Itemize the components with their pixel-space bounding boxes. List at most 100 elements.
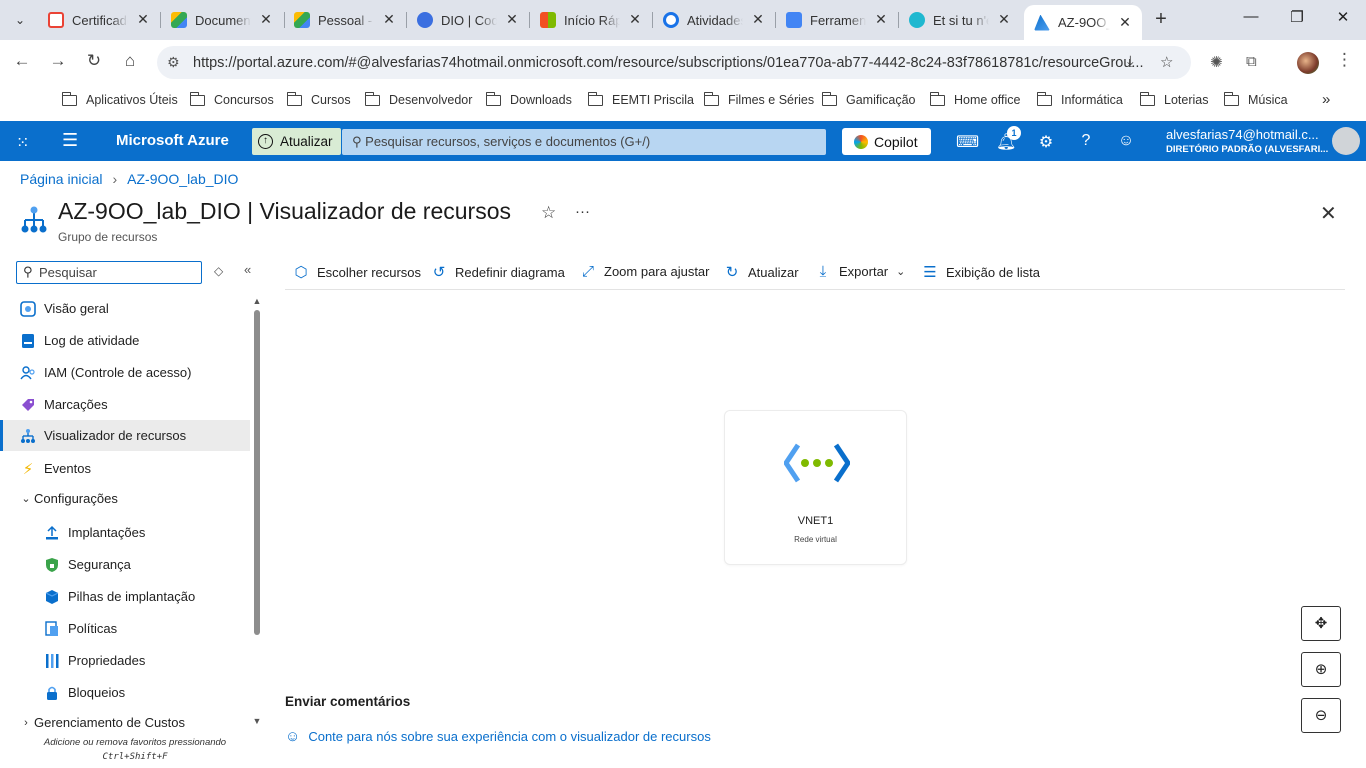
bookmark-folder[interactable]: Informática [1036,91,1123,107]
account-info[interactable]: alvesfarias74@hotmail.c... DIRETÓRIO PAD… [1166,127,1328,155]
close-tab-icon[interactable]: ✕ [503,11,521,28]
tab-title: Início Rápido [564,12,620,28]
expand-collapse-icon[interactable]: ◇ [214,264,223,278]
sidebar-item-locks[interactable]: Bloqueios [0,677,250,708]
site-info-icon[interactable]: ⚙ [167,54,180,71]
reload-icon[interactable]: ↻ [82,51,106,71]
restore-icon[interactable]: ❐ [1282,8,1312,26]
close-tab-icon[interactable]: ✕ [1116,14,1134,31]
reset-diagram-button[interactable]: ↺ Redefinir diagrama [431,263,565,281]
bookmark-folder[interactable]: Loterias [1139,91,1208,107]
extension-icon[interactable]: ✺ [1210,53,1223,71]
back-icon[interactable]: ← [10,51,34,71]
zoom-to-fit-button[interactable]: ⤢ Zoom para ajustar [580,263,710,280]
tab-search-chevron-icon[interactable]: ⌄ [8,8,32,32]
bookmark-folder[interactable]: Filmes e Séries [703,91,814,107]
extensions-puzzle-icon[interactable]: ⧉ [1246,53,1257,70]
close-blade-icon[interactable]: ✕ [1320,201,1337,226]
user-avatar[interactable] [1332,127,1360,155]
bookmark-folder[interactable]: Gamificação [821,91,915,107]
close-tab-icon[interactable]: ✕ [749,11,767,28]
sidebar-item-iam[interactable]: IAM (Controle de acesso) [0,357,250,388]
sidebar-search-input[interactable]: ⚲ Pesquisar [16,261,202,284]
more-bookmarks-icon[interactable]: » [1322,91,1330,108]
waffle-menu-icon[interactable]: ⁙ [16,133,29,153]
help-icon[interactable]: ? [1076,132,1096,150]
close-tab-icon[interactable]: ✕ [380,11,398,28]
export-button[interactable]: ⤓ Exportar ⌄ [815,263,906,280]
zoom-in-button[interactable]: ⊕ [1301,652,1341,687]
favorite-star-icon[interactable]: ☆ [541,203,556,223]
browser-tab[interactable]: Início Rápido ✕ [540,7,644,33]
browser-tab[interactable]: DIO | Codifique o seu futuro ✕ [417,7,521,33]
update-button[interactable]: ↑ Atualizar [252,128,341,155]
sidebar-item-policies[interactable]: Políticas [0,613,250,644]
close-tab-icon[interactable]: ✕ [626,11,644,28]
breadcrumb-resource-group[interactable]: AZ-9OO_lab_DIO [127,171,238,187]
breadcrumb-home[interactable]: Página inicial [20,171,103,187]
sidebar-group-settings[interactable]: ⌄ Configurações [0,483,250,514]
refresh-button[interactable]: ↻ Atualizar [724,263,799,281]
settings-gear-icon[interactable]: ⚙ [1036,132,1056,152]
sidebar-item-deployments[interactable]: Implantações [0,517,250,548]
choose-resources-button[interactable]: ⬡ Escolher recursos [293,263,421,281]
feedback-icon[interactable]: ☺ [1116,132,1136,150]
portal-menu-icon[interactable]: ☰ [62,130,78,151]
copilot-button[interactable]: Copilot [842,128,931,155]
sidebar-item-properties[interactable]: Propriedades [0,645,250,676]
sidebar-item-label: Pilhas de implantação [68,589,196,604]
sidebar-scrollbar[interactable]: ▲ ▼ [252,296,262,728]
bookmark-folder[interactable]: Downloads [485,91,572,107]
sidebar-item-tags[interactable]: Marcações [0,389,250,420]
sidebar-item-overview[interactable]: Visão geral [0,293,250,324]
close-window-icon[interactable]: ✕ [1328,8,1358,26]
collapse-sidebar-icon[interactable]: « [244,262,251,277]
url-text[interactable]: https://portal.azure.com/#@alvesfarias74… [193,55,1144,71]
sidebar-item-security[interactable]: Segurança [0,549,250,580]
close-tab-icon[interactable]: ✕ [872,11,890,28]
scroll-up-arrow-icon[interactable]: ▲ [252,296,262,306]
browser-tab-active[interactable]: AZ-9OO_lab_DIO ✕ [1024,5,1142,40]
more-options-icon[interactable]: ··· [575,203,590,220]
minimize-icon[interactable]: — [1236,8,1266,25]
scrollbar-thumb[interactable] [254,310,260,635]
new-tab-button[interactable]: + [1151,8,1171,31]
bookmark-folder[interactable]: Música [1223,91,1288,107]
browser-tab[interactable]: Atividades ✕ [663,7,767,33]
browser-tab[interactable]: Et si tu n'étais pas ✕ [909,7,1013,33]
close-tab-icon[interactable]: ✕ [134,11,152,28]
sidebar-group-cost-management[interactable]: › Gerenciamento de Custos [0,707,250,738]
bookmark-folder[interactable]: Desenvolvedor [364,91,472,107]
browser-tab[interactable]: Ferramentas ✕ [786,7,890,33]
azure-brand[interactable]: Microsoft Azure [116,132,229,149]
bookmark-folder[interactable]: Cursos [286,91,351,107]
vnet-resource-node[interactable]: VNET1 Rede virtual [724,410,907,565]
bookmark-folder[interactable]: Aplicativos Úteis [61,91,178,107]
close-tab-icon[interactable]: ✕ [995,11,1013,28]
global-search-input[interactable]: ⚲ Pesquisar recursos, serviços e documen… [342,129,826,155]
browser-tab[interactable]: Documentos ✕ [171,7,275,33]
omnibox[interactable]: ⚙ https://portal.azure.com/#@alvesfarias… [157,46,1191,79]
install-app-icon[interactable]: ⤓ [1127,53,1134,70]
bookmark-star-icon[interactable]: ☆ [1160,53,1173,71]
zoom-out-button[interactable]: ⊖ [1301,698,1341,733]
sidebar-item-resource-visualizer[interactable]: Visualizador de recursos [0,420,250,451]
sidebar-item-deployment-stacks[interactable]: Pilhas de implantação [0,581,250,612]
profile-avatar[interactable] [1297,52,1319,74]
forward-icon[interactable]: → [46,51,70,71]
list-view-button[interactable]: ☰ Exibição de lista [922,263,1040,281]
browser-tab[interactable]: Pessoal - Google Drive ✕ [294,7,398,33]
bookmark-folder[interactable]: Concursos [189,91,274,107]
close-tab-icon[interactable]: ✕ [257,11,275,28]
browser-tab[interactable]: Certificados ✕ [48,7,152,33]
home-icon[interactable]: ⌂ [118,51,142,71]
sidebar-item-events[interactable]: ⚡ Eventos [0,453,250,484]
bookmark-folder[interactable]: Home office [929,91,1020,107]
cloud-shell-icon[interactable]: ⌨ [956,132,979,152]
center-diagram-button[interactable]: ✥ [1301,606,1341,641]
bookmark-folder[interactable]: EEMTI Priscila [587,91,694,107]
scroll-down-arrow-icon[interactable]: ▼ [252,716,262,726]
feedback-link[interactable]: ☺ Conte para nós sobre sua experiência c… [285,728,711,745]
sidebar-item-activity-log[interactable]: Log de atividade [0,325,250,356]
browser-menu-icon[interactable]: ⋮ [1336,50,1353,70]
